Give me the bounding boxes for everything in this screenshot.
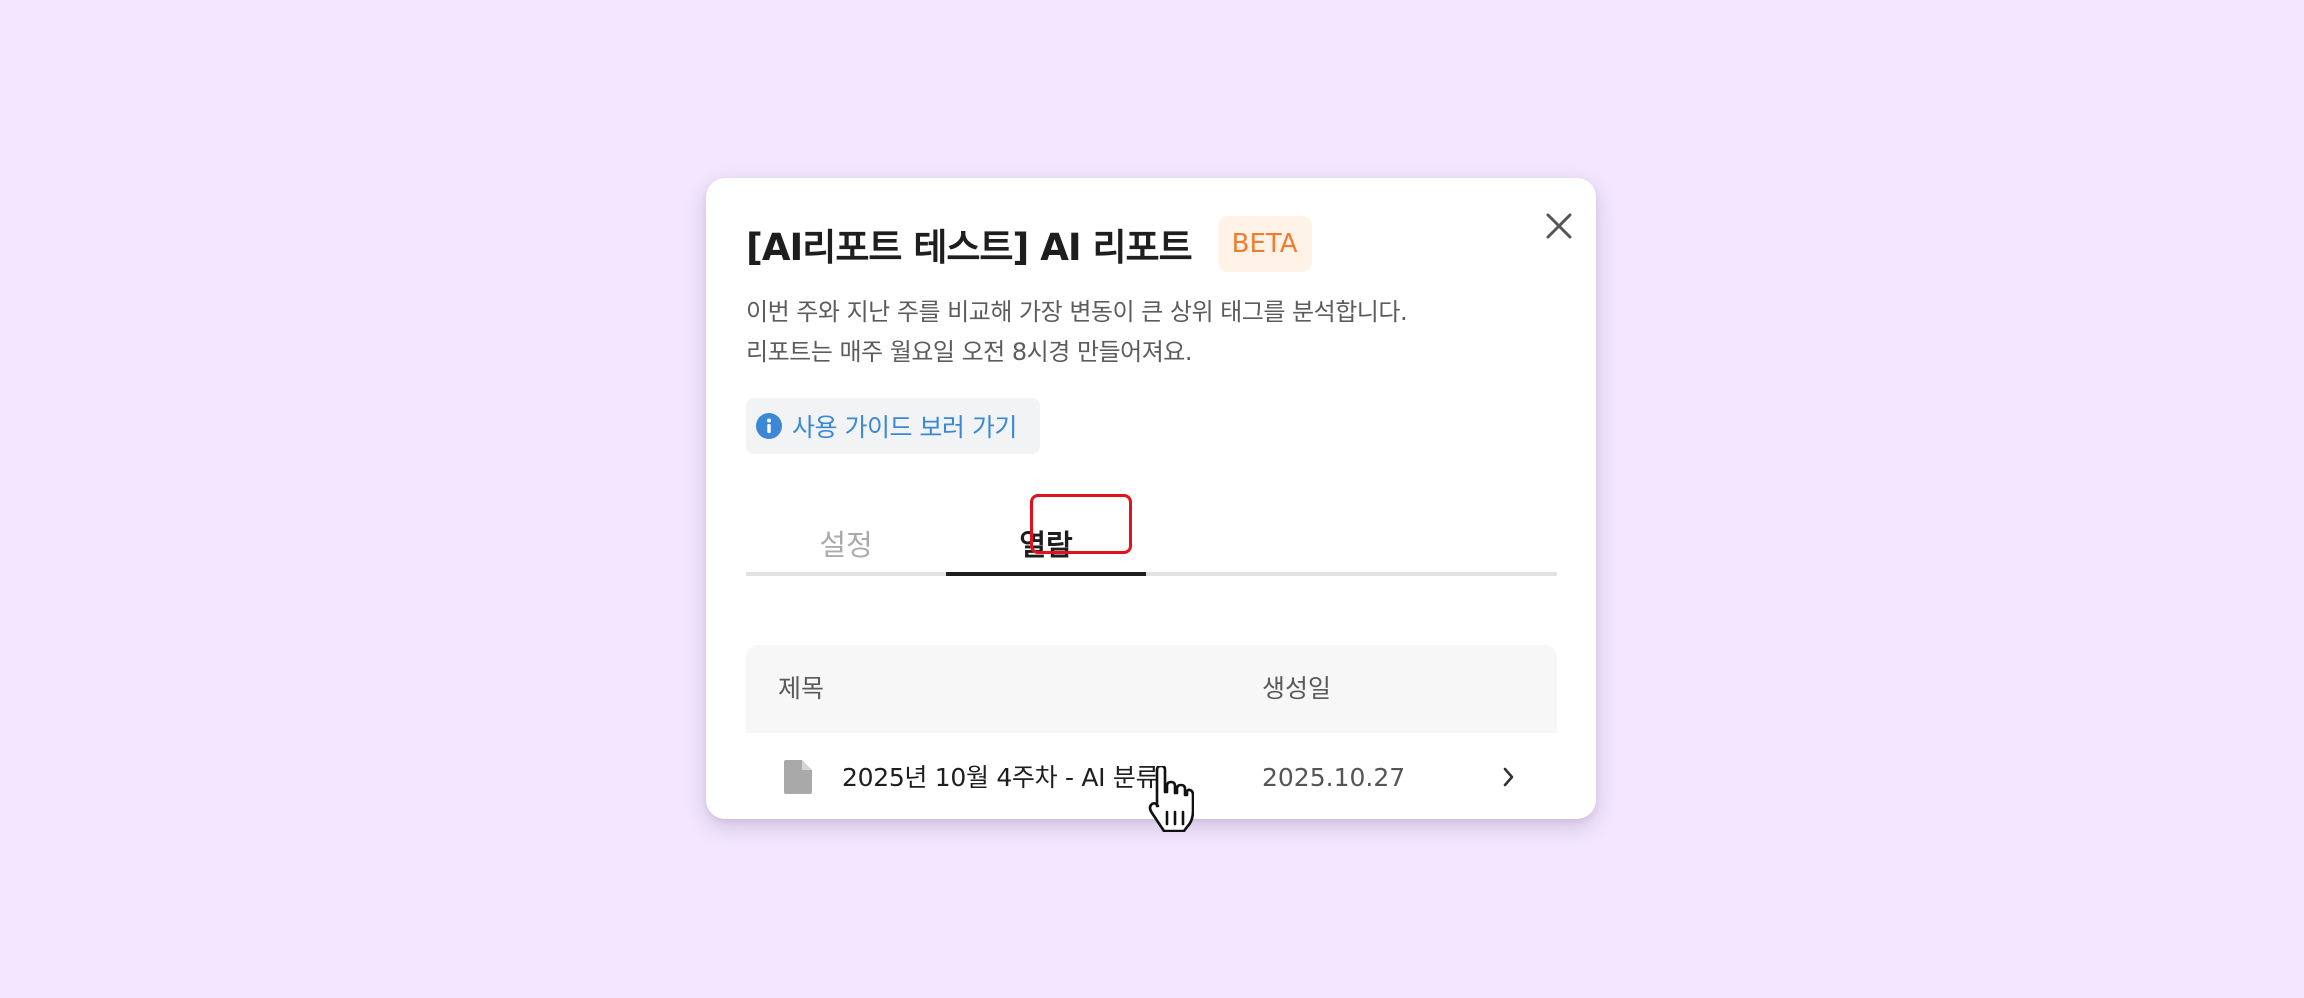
close-button[interactable]	[1535, 202, 1583, 250]
column-header-date: 생성일	[1262, 674, 1332, 703]
description-line-2: 리포트는 매주 월요일 오전 8시경 만들어져요.	[746, 338, 1192, 366]
usage-guide-label: 사용 가이드 보러 가기	[792, 413, 1017, 442]
row-date: 2025.10.27	[1262, 763, 1406, 792]
description-line-1: 이번 주와 지난 주를 비교해 가장 변동이 큰 상위 태그를 분석합니다.	[746, 298, 1408, 326]
table-row[interactable]: 2025년 10월 4주차 - AI 분류 2025.10.27	[746, 733, 1557, 819]
report-table: 제목 생성일 2025년 10월 4주차 - AI 분류 2025.10.27	[746, 645, 1557, 819]
ai-report-modal: [AI리포트 테스트] AI 리포트 BETA 이번 주와 지난 주를 비교해 …	[706, 178, 1596, 819]
chevron-right-icon	[1503, 767, 1514, 787]
modal-description: 이번 주와 지난 주를 비교해 가장 변동이 큰 상위 태그를 분석합니다. 리…	[746, 292, 1408, 372]
tab-bar-divider	[746, 572, 1557, 576]
usage-guide-button[interactable]: 사용 가이드 보러 가기	[746, 398, 1040, 454]
tab-bar: 설정 열람	[746, 494, 1557, 576]
info-icon	[756, 413, 782, 439]
tab-settings[interactable]: 설정	[746, 514, 946, 572]
modal-header: [AI리포트 테스트] AI 리포트 BETA	[746, 214, 1312, 274]
table-header: 제목 생성일	[746, 645, 1557, 733]
row-title: 2025년 10월 4주차 - AI 분류	[842, 763, 1159, 792]
modal-title: [AI리포트 테스트] AI 리포트	[746, 226, 1193, 269]
active-tab-indicator	[946, 572, 1146, 576]
close-icon	[1546, 213, 1572, 239]
beta-badge: BETA	[1217, 216, 1312, 272]
tab-view[interactable]: 열람	[946, 514, 1146, 572]
document-icon	[784, 760, 812, 794]
column-header-title: 제목	[778, 674, 825, 703]
